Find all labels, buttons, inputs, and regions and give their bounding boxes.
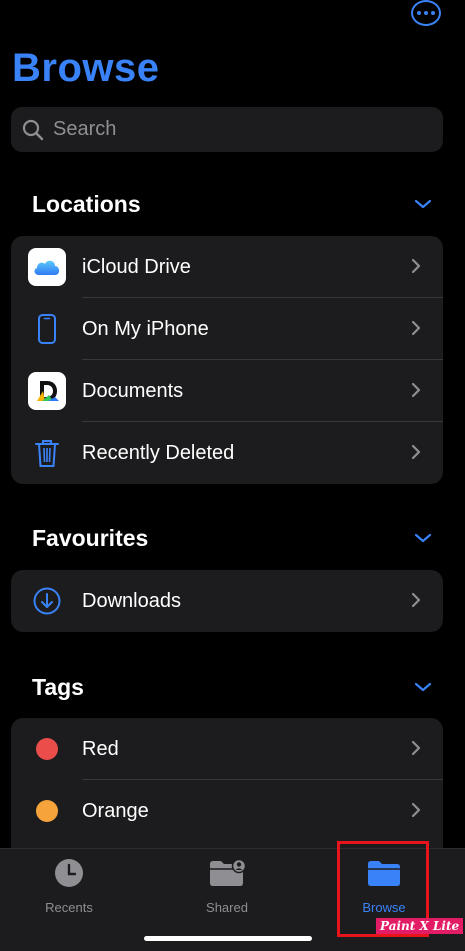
icloud-icon <box>28 248 66 286</box>
shared-folder-icon <box>210 858 247 886</box>
tag-item-orange[interactable]: Orange <box>11 780 443 842</box>
favourite-label: Downloads <box>82 589 181 612</box>
tags-section-header[interactable]: Tags <box>32 671 432 703</box>
tab-label: Shared <box>206 900 248 915</box>
more-options-button[interactable] <box>411 0 441 26</box>
tab-recents[interactable]: Recents <box>14 857 124 915</box>
chevron-right-icon <box>411 802 421 818</box>
iphone-icon <box>28 310 66 348</box>
chevron-right-icon <box>411 258 421 274</box>
favourite-item-downloads[interactable]: Downloads <box>11 570 443 632</box>
search-bar[interactable] <box>11 107 443 152</box>
tag-label: Red <box>82 737 119 760</box>
location-item-on-my-iphone[interactable]: On My iPhone <box>11 298 443 360</box>
documents-app-icon <box>28 372 66 410</box>
location-label: Documents <box>82 379 184 402</box>
chevron-down-icon[interactable] <box>414 681 432 693</box>
chevron-down-icon[interactable] <box>414 198 432 210</box>
favourites-heading: Favourites <box>32 524 149 551</box>
tags-list: Red Orange <box>11 718 443 858</box>
favourites-section-header[interactable]: Favourites <box>32 522 432 554</box>
chevron-down-icon[interactable] <box>414 532 432 544</box>
location-label: Recently Deleted <box>82 441 235 464</box>
watermark-logo: Paint X Lite <box>376 918 464 934</box>
tag-color-dot <box>28 792 66 830</box>
tag-item-red[interactable]: Red <box>11 718 443 780</box>
location-item-icloud-drive[interactable]: iCloud Drive <box>11 236 443 298</box>
clock-icon <box>55 859 83 887</box>
locations-list: iCloud Drive On My iPhone Documents Rece… <box>11 236 443 484</box>
trash-icon <box>28 434 66 472</box>
location-item-documents[interactable]: Documents <box>11 360 443 422</box>
favourites-list: Downloads <box>11 570 443 632</box>
dot <box>431 11 435 15</box>
locations-section-header[interactable]: Locations <box>32 188 432 220</box>
chevron-right-icon <box>411 320 421 336</box>
search-icon <box>22 119 44 140</box>
tags-heading: Tags <box>32 673 84 700</box>
chevron-right-icon <box>411 382 421 398</box>
tag-color-dot <box>28 730 66 768</box>
chevron-right-icon <box>411 592 421 608</box>
tab-label: Recents <box>45 900 93 915</box>
location-label: On My iPhone <box>82 317 209 340</box>
tag-label: Orange <box>82 799 149 822</box>
locations-heading: Locations <box>32 190 141 217</box>
page-title: Browse <box>12 46 160 90</box>
location-item-recently-deleted[interactable]: Recently Deleted <box>11 422 443 484</box>
download-icon <box>28 582 66 620</box>
chevron-right-icon <box>411 444 421 460</box>
dot <box>417 11 421 15</box>
search-input[interactable] <box>51 117 415 142</box>
location-label: iCloud Drive <box>82 255 191 278</box>
home-indicator <box>144 936 312 941</box>
dot <box>424 11 428 15</box>
chevron-right-icon <box>411 740 421 756</box>
tab-shared[interactable]: Shared <box>172 857 282 915</box>
